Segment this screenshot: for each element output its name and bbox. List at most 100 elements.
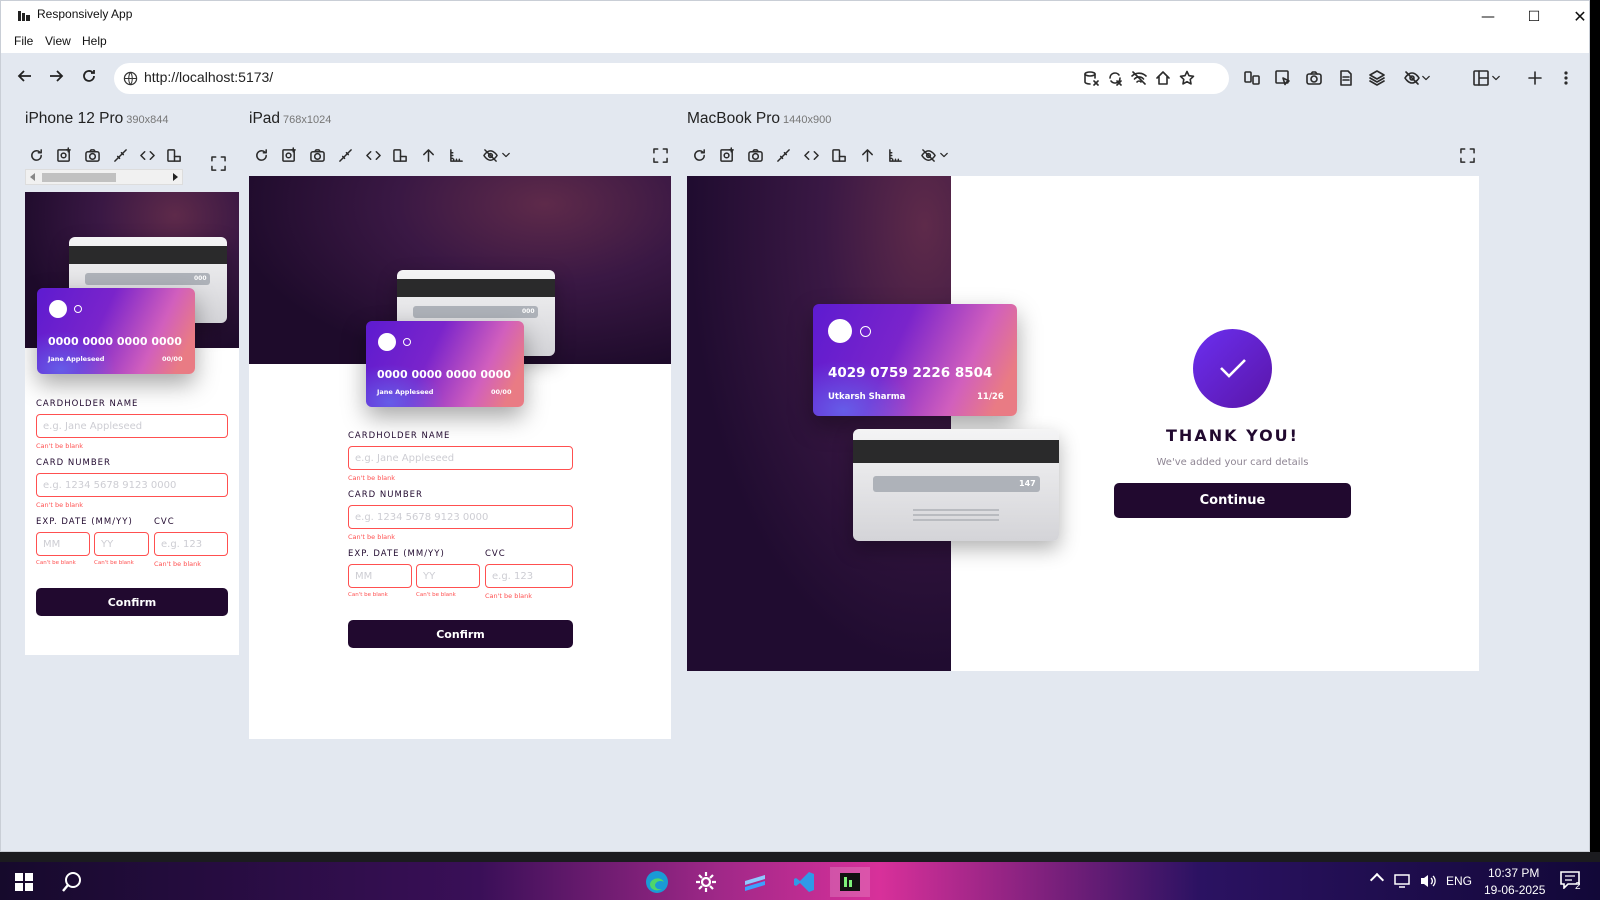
horizontal-scrollbar[interactable] [25,169,183,185]
scroll-sync-icon[interactable] [774,146,792,164]
menu-help[interactable]: Help [82,34,107,48]
rotate-devices-icon[interactable] [1243,69,1261,87]
chevron-down-icon[interactable] [1491,69,1501,87]
exp-year-input[interactable]: YY [416,564,480,588]
device-title-macbook: MacBook Pro 1440x900 [687,110,831,128]
code-icon[interactable] [802,146,820,164]
bookmark-star-icon[interactable] [1178,69,1196,87]
clear-storage-icon[interactable] [1082,69,1100,87]
maximize-button[interactable]: ☐ [1511,1,1557,32]
fullscreen-icon[interactable] [651,146,669,164]
tray-chevron-up-icon[interactable] [1369,872,1385,888]
ruler-icon[interactable] [447,146,465,164]
scroll-sync-icon[interactable] [111,146,129,164]
search-icon[interactable] [52,867,92,897]
card-number: 0000 0000 0000 0000 [48,335,182,348]
windows-start-icon[interactable] [4,867,44,897]
card-number-error: Can't be blank [348,533,396,541]
arrow-up-icon[interactable] [419,146,437,164]
clear-cache-icon[interactable] [1106,69,1124,87]
card-cvc: 147 [1019,479,1036,488]
cardholder-input[interactable]: e.g. Jane Appleseed [36,414,228,438]
card-number-input[interactable]: e.g. 1234 5678 9123 0000 [36,473,228,497]
input-language[interactable]: ENG [1446,874,1472,888]
rotate-icon[interactable] [165,146,183,164]
back-button[interactable] [13,64,37,88]
reload-icon[interactable] [27,146,45,164]
rotate-icon[interactable] [830,146,848,164]
cvc-input[interactable]: e.g. 123 [485,564,573,588]
fullscreen-icon[interactable] [209,154,227,172]
screenshot-icon[interactable] [55,145,73,163]
address-bar[interactable]: http://localhost:5173/ [114,63,1229,94]
layout-icon[interactable] [1472,69,1490,87]
app-stack-icon[interactable] [735,867,775,897]
volume-icon[interactable] [1419,873,1437,889]
more-options-icon[interactable] [1557,69,1575,87]
screenshot-icon[interactable] [280,145,298,163]
signature-strip [85,273,210,285]
app-title: Responsively App [37,7,133,21]
settings-gear-icon[interactable] [686,867,726,897]
camera-icon[interactable] [83,146,101,164]
camera-icon[interactable] [1305,69,1323,87]
card-logo-ring [403,338,411,346]
reload-icon[interactable] [690,146,708,164]
cardholder-input[interactable]: e.g. Jane Appleseed [348,446,573,470]
layers-icon[interactable] [1368,69,1386,87]
network-monitor-icon[interactable] [1394,874,1412,888]
scroll-sync-icon[interactable] [336,146,354,164]
chevron-down-icon[interactable] [1421,69,1431,87]
confirm-button[interactable]: Confirm [348,620,573,648]
exp-month-input[interactable]: MM [36,532,90,556]
minimize-button[interactable]: — [1465,1,1511,32]
scroll-right-arrow-icon[interactable] [173,173,178,181]
card-logo-circle [49,300,67,318]
chevron-down-icon[interactable] [939,146,949,164]
continue-button[interactable]: Continue [1114,483,1351,518]
code-icon[interactable] [138,146,156,164]
fullscreen-icon[interactable] [1458,146,1476,164]
menu-file[interactable]: File [14,34,33,48]
macbook-screen: 4029 0759 2226 8504 Utkarsh Sharma 11/26… [687,176,1479,671]
screenshot-icon[interactable] [718,145,736,163]
eye-off-icon[interactable] [1403,69,1421,87]
clock-date[interactable]: 19-06-2025 [1484,883,1545,897]
scrollbar-thumb[interactable] [42,173,116,182]
card-number-input[interactable]: e.g. 1234 5678 9123 0000 [348,505,573,529]
reload-button[interactable] [77,64,101,88]
card-logo-ring [860,326,871,337]
clock-time[interactable]: 10:37 PM [1488,866,1539,880]
camera-icon[interactable] [308,146,326,164]
home-icon[interactable] [1154,69,1172,87]
windows-taskbar: ENG 10:37 PM 19-06-2025 2 [0,862,1600,900]
reload-icon[interactable] [252,146,270,164]
confirm-button[interactable]: Confirm [36,588,228,616]
card-expiry: 00/00 [162,355,183,363]
success-check-circle [1193,329,1272,408]
menu-view[interactable]: View [45,34,71,48]
vscode-icon[interactable] [784,867,824,897]
arrow-up-icon[interactable] [858,146,876,164]
add-device-icon[interactable] [1526,69,1544,87]
exp-month-input[interactable]: MM [348,564,412,588]
document-icon[interactable] [1337,69,1355,87]
inspect-icon[interactable] [1274,69,1292,87]
magnetic-stripe [69,246,227,264]
code-icon[interactable] [364,146,382,164]
exp-year-input[interactable]: YY [94,532,149,556]
camera-icon[interactable] [746,146,764,164]
scroll-left-arrow-icon[interactable] [30,173,35,181]
edge-browser-icon[interactable] [637,867,677,897]
rotate-icon[interactable] [391,146,409,164]
eye-off-icon[interactable] [481,146,499,164]
close-button[interactable]: ✕ [1557,1,1600,32]
eye-off-icon[interactable] [919,146,937,164]
responsively-app-taskbar-icon[interactable] [830,867,870,897]
card-fine-print [913,514,999,516]
network-icon[interactable] [1130,69,1148,87]
cvc-input[interactable]: e.g. 123 [154,532,228,556]
chevron-down-icon[interactable] [501,146,511,164]
ruler-icon[interactable] [886,146,904,164]
forward-button[interactable] [44,64,68,88]
